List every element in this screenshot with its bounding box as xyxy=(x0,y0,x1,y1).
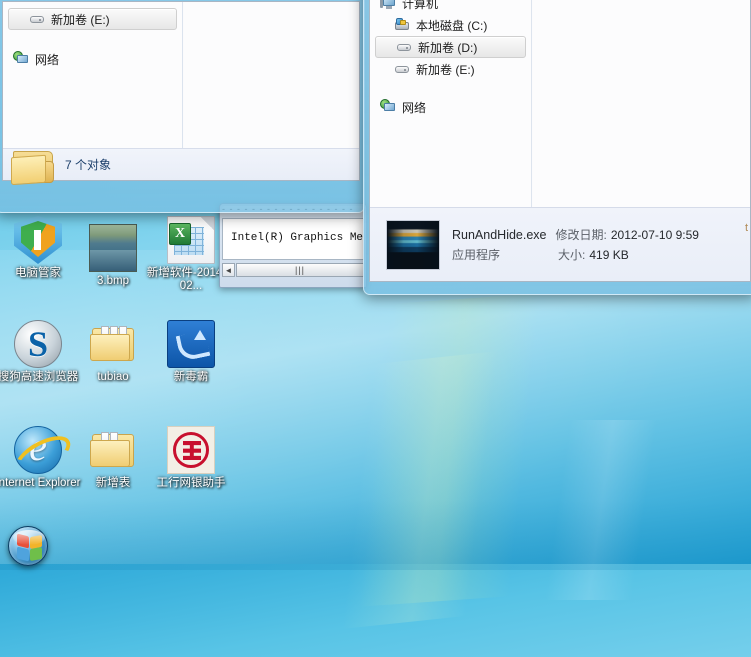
details-row-name: RunAndHide.exe 修改日期: 2012-07-10 9:59 xyxy=(452,226,699,243)
left-window-status-bar: 7 个对象 xyxy=(3,147,359,185)
details-pane: RunAndHide.exe 修改日期: 2012-07-10 9:59 应用程… xyxy=(370,207,750,281)
folder-icon xyxy=(11,147,55,185)
desktop-icon-label: 新增表 xyxy=(95,477,131,489)
computer-icon xyxy=(380,0,396,11)
left-file-list-pane[interactable] xyxy=(184,2,359,149)
details-row-type: 应用程序 大小: 419 KB xyxy=(452,246,699,263)
orb-gloss xyxy=(13,530,45,545)
left-window-client-area: 新加卷 (E:) 网络 7 个对象 xyxy=(2,1,360,185)
folder-icon xyxy=(89,320,137,368)
desktop-icon-3bmp[interactable]: 3.bmp xyxy=(68,216,158,288)
windows-logo-icon xyxy=(17,546,29,562)
details-file-name: RunAndHide.exe xyxy=(452,228,547,242)
desktop-icon-xin-duba[interactable]: 新毒霸 xyxy=(146,320,236,384)
internet-explorer-icon xyxy=(14,423,62,474)
desktop-icon-label: tubiao xyxy=(97,371,129,383)
tree-item-label: 网络 xyxy=(35,52,60,67)
wallpaper-bottom-shade xyxy=(0,500,751,570)
hdd-system-icon xyxy=(394,17,410,33)
drive-icon xyxy=(394,61,410,77)
background-window-canvas: Intel(R) Graphics Media xyxy=(222,218,364,260)
status-object-count: 7 个对象 xyxy=(65,158,112,172)
tree-item-label: 新加卷 (D:) xyxy=(418,40,478,55)
tree-item-label: 新加卷 (E:) xyxy=(51,12,110,27)
tree-item-local-disk-c[interactable]: 本地磁盘 (C:) xyxy=(370,14,531,36)
excel-file-icon: X xyxy=(167,216,215,264)
network-icon xyxy=(13,51,29,67)
icbc-assistant-icon xyxy=(167,426,215,474)
desktop-icon-label: 工行网银助手 xyxy=(156,477,226,489)
details-modified-label: 修改日期: xyxy=(555,228,607,242)
excel-badge-icon: X xyxy=(169,223,191,245)
details-modified-value: 2012-07-10 9:59 xyxy=(610,228,699,242)
right-file-list-pane[interactable] xyxy=(533,0,750,207)
desktop-icon-xinzeng-biao[interactable]: 新增表 xyxy=(68,426,158,490)
desktop-icon-icbc-assistant[interactable]: 工行网银助手 xyxy=(146,426,236,490)
background-window-hscrollbar[interactable]: ◄ ||| xyxy=(222,262,364,278)
right-window-client-area: 计算机 本地磁盘 (C:) 新加卷 (D:) 新加卷 (E:) 网络 RunAn… xyxy=(369,0,751,282)
right-save-dialog-window[interactable]: 计算机 本地磁盘 (C:) 新加卷 (D:) 新加卷 (E:) 网络 RunAn… xyxy=(363,0,751,295)
details-file-type: 应用程序 xyxy=(452,248,501,262)
desktop-icon-tubiao[interactable]: tubiao xyxy=(68,320,158,384)
left-navigation-pane[interactable]: 新加卷 (E:) 网络 xyxy=(3,2,183,149)
tree-item-label: 本地磁盘 (C:) xyxy=(416,18,488,33)
wallpaper-ribbon-3 xyxy=(330,420,751,600)
file-preview-thumbnail xyxy=(386,219,440,270)
tree-item-network[interactable]: 网络 xyxy=(370,96,531,118)
drive-icon xyxy=(29,11,45,27)
icbc-logo-mark-icon xyxy=(183,441,201,460)
tree-item-label: 网络 xyxy=(402,100,427,115)
background-window-text: Intel(R) Graphics Media xyxy=(231,232,364,244)
shield-icon xyxy=(14,216,62,264)
background-intel-graphics-window[interactable]: - - - - - - - - - - - - - - - - - - Inte… xyxy=(219,203,367,288)
photo-icon xyxy=(89,224,137,272)
details-text-block: RunAndHide.exe 修改日期: 2012-07-10 9:59 应用程… xyxy=(452,226,699,263)
desktop-icon-label: 新毒霸 xyxy=(173,371,209,383)
left-explorer-window[interactable]: 新加卷 (E:) 网络 7 个对象 xyxy=(0,0,365,213)
tree-item-new-volume-e[interactable]: 新加卷 (E:) xyxy=(8,8,177,30)
folder-icon xyxy=(89,426,137,474)
duba-antivirus-icon xyxy=(167,320,215,368)
tree-item-label: 计算机 xyxy=(402,0,439,11)
tree-item-new-volume-d[interactable]: 新加卷 (D:) xyxy=(375,36,526,58)
tree-item-network[interactable]: 网络 xyxy=(3,48,182,70)
windows-logo-icon xyxy=(30,546,42,562)
sogou-browser-icon xyxy=(14,320,62,368)
details-size-value: 419 KB xyxy=(589,248,629,262)
desktop-icon-label: 3.bmp xyxy=(97,275,129,287)
tree-item-new-volume-e[interactable]: 新加卷 (E:) xyxy=(370,58,531,80)
details-clipped-edge-glyph: t xyxy=(744,222,748,234)
scrollbar-thumb[interactable]: ||| xyxy=(236,263,364,277)
right-navigation-pane[interactable]: 计算机 本地磁盘 (C:) 新加卷 (D:) 新加卷 (E:) 网络 xyxy=(370,0,532,207)
details-size-label: 大小: xyxy=(558,248,586,262)
drive-icon xyxy=(396,39,412,55)
start-button[interactable] xyxy=(8,526,48,566)
tree-item-computer[interactable]: 计算机 xyxy=(370,0,531,14)
scroll-left-arrow-icon[interactable]: ◄ xyxy=(222,263,235,277)
network-icon xyxy=(380,99,396,115)
tree-item-label: 新加卷 (E:) xyxy=(416,62,475,77)
